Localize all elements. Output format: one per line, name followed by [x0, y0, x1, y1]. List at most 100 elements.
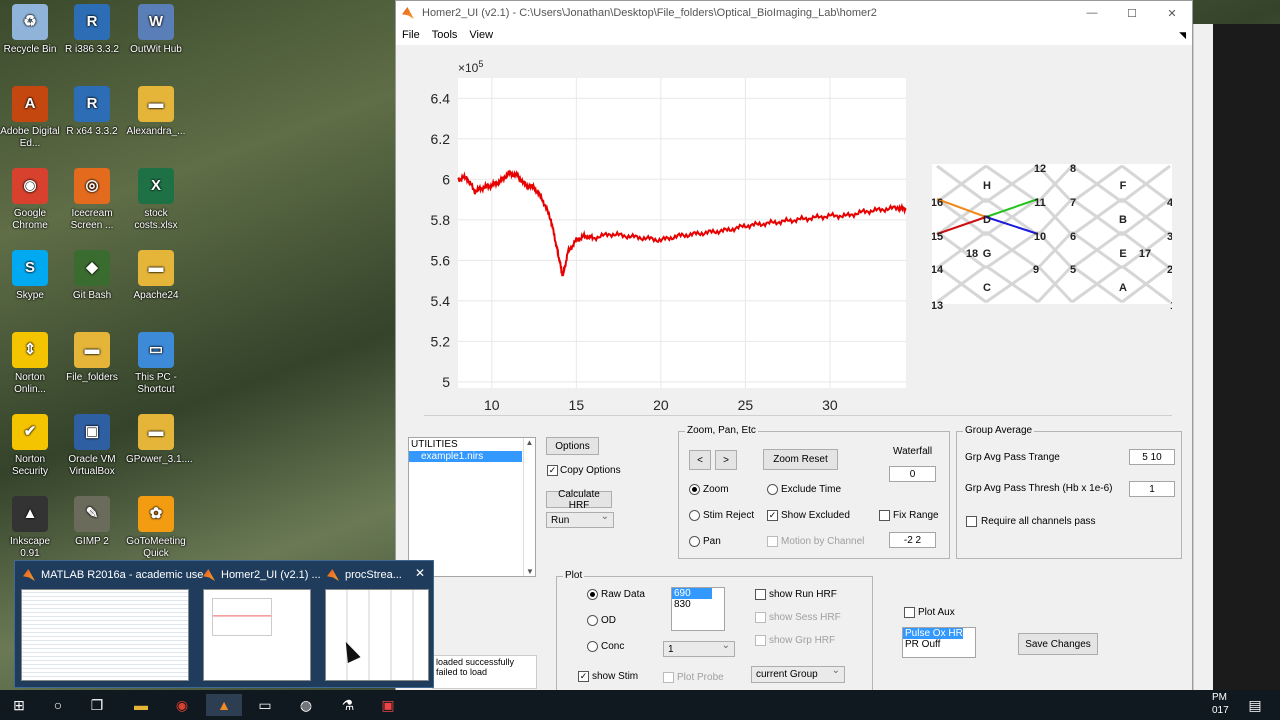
y-tick-label: 6	[442, 171, 450, 187]
preview-label-procstream[interactable]: procStrea...	[327, 569, 402, 581]
windows-start-icon[interactable]: ⊞	[8, 694, 30, 716]
show-stim-checkbox[interactable]: ✓	[578, 671, 589, 682]
desktop-icon[interactable]: ✎ GIMP 2	[62, 496, 122, 548]
zoom-panel-title: Zoom, Pan, Etc	[685, 425, 758, 436]
od-radio[interactable]	[587, 615, 598, 626]
next-button[interactable]: >	[715, 450, 737, 470]
wavelength-item-830[interactable]: 830	[672, 599, 724, 610]
close-button[interactable]: ✕	[1152, 7, 1192, 20]
desktop-app-icon: S	[12, 250, 48, 286]
chrome-icon[interactable]: ◉	[171, 694, 193, 716]
calculate-hrf-button[interactable]: Calculate HRF	[546, 489, 612, 511]
aux-item-pr-ouff[interactable]: PR Ouff	[903, 639, 975, 650]
probe-geometry[interactable]: 12 8 H F 16 11 7 4 D B 15 10 6 3 18 G E 17 14 9 5 2 C A 13 1	[932, 164, 1172, 309]
desktop-app-icon: W	[138, 4, 174, 40]
preview-thumb-homer[interactable]	[203, 589, 311, 681]
y-tick-label: 6.4	[431, 90, 451, 106]
matlab-taskbar-icon[interactable]: ▲	[206, 694, 242, 716]
raw-data-radio[interactable]	[587, 589, 598, 600]
desktop-icon[interactable]: ▭ This PC - Shortcut	[126, 332, 186, 396]
plot-aux-checkbox[interactable]	[904, 607, 915, 618]
show-grp-hrf-checkbox[interactable]	[755, 635, 766, 646]
desktop-icon[interactable]: A Adobe Digital Ed...	[0, 86, 60, 150]
options-button[interactable]: Options	[546, 437, 599, 455]
desktop-icon[interactable]: ⇕ Norton Onlin...	[0, 332, 60, 396]
file-explorer-icon[interactable]: ▬	[130, 694, 152, 716]
wavelength-item-690[interactable]: 690	[672, 588, 712, 599]
wavelength-list[interactable]: 690 830	[671, 587, 725, 631]
zoom-reset-button[interactable]: Zoom Reset	[763, 449, 838, 470]
thresh-input[interactable]: 1	[1129, 481, 1175, 497]
minimize-button[interactable]: —	[1072, 7, 1112, 19]
menu-file[interactable]: File	[396, 29, 426, 41]
trange-input[interactable]: 5 10	[1129, 449, 1175, 465]
show-run-hrf-checkbox[interactable]	[755, 589, 766, 600]
desktop-icon[interactable]: ▬ Alexandra_...	[126, 86, 186, 138]
desktop-icon[interactable]: ▬ Apache24	[126, 250, 186, 302]
copy-options-checkbox[interactable]: ✓	[547, 465, 558, 476]
stim-reject-radio[interactable]	[689, 510, 700, 521]
task-view-icon[interactable]: ❐	[86, 694, 108, 716]
desktop-icon[interactable]: ▲ Inkscape 0.91	[0, 496, 60, 560]
desktop-icon[interactable]: ◎ Icecream Screen ...	[62, 168, 122, 232]
desktop-icon[interactable]: ◆ Git Bash	[62, 250, 122, 302]
desktop-icon[interactable]: ▣ Oracle VM VirtualBox	[62, 414, 122, 478]
toolbar-arrow-icon[interactable]: ◥	[1173, 30, 1192, 41]
desktop-icon[interactable]: ▬ File_folders	[62, 332, 122, 384]
cortana-icon[interactable]: ○	[47, 694, 69, 716]
show-sess-hrf-checkbox[interactable]	[755, 612, 766, 623]
run-select[interactable]: Run	[546, 511, 614, 528]
desktop-icon[interactable]: ♻ Recycle Bin	[0, 4, 60, 56]
scroll-up-icon[interactable]: ▲	[524, 438, 535, 447]
maximize-button[interactable]: ☐	[1112, 7, 1152, 20]
desktop-icon[interactable]: R R i386 3.3.2	[62, 4, 122, 56]
prev-button[interactable]: <	[689, 450, 711, 470]
pan-radio[interactable]	[689, 536, 700, 547]
show-excluded-checkbox[interactable]: ✓	[767, 510, 778, 521]
app-icon[interactable]: ◍	[295, 694, 317, 716]
desktop-icon[interactable]: Xstock costs.xlsx	[126, 168, 186, 232]
menu-view[interactable]: View	[463, 29, 499, 41]
menu-tools[interactable]: Tools	[426, 29, 464, 41]
desktop-icon[interactable]: R R x64 3.3.2	[62, 86, 122, 138]
save-changes-button[interactable]: Save Changes	[1018, 633, 1098, 655]
zoom-radio[interactable]	[689, 484, 700, 495]
desktop-icon[interactable]: ▬ GPower_3.1....	[126, 414, 193, 466]
exclude-time-radio[interactable]	[767, 484, 778, 495]
preview-label-matlab[interactable]: MATLAB R2016a - academic use	[23, 569, 203, 581]
plot-probe-checkbox[interactable]	[663, 672, 674, 683]
desktop-app-icon: ⇕	[12, 332, 48, 368]
waterfall-input[interactable]: 0	[889, 466, 936, 482]
background-window-edge	[1193, 24, 1213, 690]
probe-optode-label: E	[1119, 248, 1126, 260]
network-app-icon[interactable]: ⚗	[337, 694, 359, 716]
desktop-icon[interactable]: S Skype	[0, 250, 60, 302]
aux-list[interactable]: Pulse Ox HR PR Ouff	[902, 627, 976, 658]
signal-plot[interactable]: 5 5.2 5.4 5.6 5.8 6 6.2 6.4 10 15 20 25 30 ×105	[416, 56, 916, 416]
notifications-icon[interactable]: ▤	[1244, 694, 1266, 716]
file-list[interactable]: UTILITIES example1.nirs ▲ ▼	[408, 437, 536, 577]
range-input[interactable]: -2 2	[889, 532, 936, 548]
desktop-icon[interactable]: W OutWit Hub	[126, 4, 186, 56]
desktop-icon-label: Adobe Digital Ed...	[0, 126, 60, 149]
desktop-icon[interactable]: ✔ Norton Security	[0, 414, 60, 478]
file-list-scrollbar[interactable]: ▲ ▼	[523, 438, 535, 576]
preview-close-button[interactable]: ✕	[415, 566, 425, 580]
preview-thumb-matlab[interactable]	[21, 589, 189, 681]
media-app-icon[interactable]: ▣	[377, 694, 399, 716]
clock[interactable]: PM 017	[1212, 691, 1229, 717]
conc-radio[interactable]	[587, 641, 598, 652]
file-item[interactable]: example1.nirs	[409, 451, 522, 462]
preview-thumb-procstream[interactable]	[325, 589, 429, 681]
preview-label-homer[interactable]: Homer2_UI (v2.1) ...	[203, 569, 321, 581]
group-select[interactable]: current Group	[751, 665, 845, 683]
scroll-down-icon[interactable]: ▼	[524, 567, 536, 576]
desktop-app-icon: X	[138, 168, 174, 204]
require-all-checkbox[interactable]	[966, 516, 977, 527]
motion-by-channel-checkbox[interactable]	[767, 536, 778, 547]
conc-select[interactable]: 1	[663, 640, 735, 657]
terminal-icon[interactable]: ▭	[254, 694, 276, 716]
fix-range-checkbox[interactable]	[879, 510, 890, 521]
aux-item-pulse-ox[interactable]: Pulse Ox HR	[903, 628, 963, 639]
desktop-icon[interactable]: ◉ Google Chrome	[0, 168, 60, 232]
